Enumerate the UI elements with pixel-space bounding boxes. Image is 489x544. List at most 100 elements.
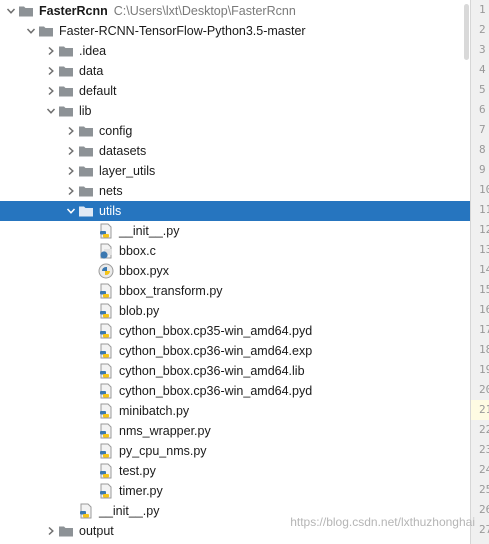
tree-row-label: .idea [79,44,107,58]
line-number: 4 [479,63,486,76]
tree-row-datasets[interactable]: datasets [0,141,470,161]
folder-icon [58,43,74,59]
chevron-right-icon[interactable] [44,521,58,541]
chevron-down-icon[interactable] [24,21,38,41]
chevron-right-icon[interactable] [44,41,58,61]
tree-row-label: nets [99,184,123,198]
tree-row-init-py[interactable]: __init__.py [0,221,470,241]
tree-row-label: timer.py [119,484,163,498]
tree-row-fasterrcnn[interactable]: FasterRcnn C:\Users\lxt\Desktop\FasterRcn… [0,1,470,21]
tree-row-label: layer_utils [99,164,156,178]
arrow-placeholder [84,381,98,401]
tree-row-label: blob.py [119,304,160,318]
tree-row-bbox-pyx[interactable]: bbox.pyx [0,261,470,281]
python-file-icon [78,503,94,519]
tree-row-faster-rcnn-tensorflow-python3-5-master[interactable]: Faster-RCNN-TensorFlow-Python3.5-master [0,21,470,41]
folder-icon [78,143,94,159]
tree-row-label: __init__.py [99,504,160,518]
pyx-file-icon [98,263,114,279]
line-number: 10 [479,183,489,196]
tree-row-default[interactable]: default [0,81,470,101]
arrow-placeholder [84,221,98,241]
tree-row-py-cpu-nms-py[interactable]: py_cpu_nms.py [0,441,470,461]
tree-row-config[interactable]: config [0,121,470,141]
folder-icon [18,3,34,19]
tree-row-bbox-transform-py[interactable]: bbox_transform.py [0,281,470,301]
python-file-icon [98,303,114,319]
tree-row-nms-wrapper-py[interactable]: nms_wrapper.py [0,421,470,441]
python-file-icon [98,323,114,339]
tree-row-cython-bbox-cp36-win-amd64-lib[interactable]: cython_bbox.cp36-win_amd64.lib [0,361,470,381]
arrow-placeholder [84,321,98,341]
chevron-down-icon[interactable] [4,1,18,21]
chevron-right-icon[interactable] [64,121,78,141]
tree-row-cython-bbox-cp36-win-amd64-pyd[interactable]: cython_bbox.cp36-win_amd64.pyd [0,381,470,401]
tree-row-label: Faster-RCNN-TensorFlow-Python3.5-master [59,24,306,38]
chevron-down-icon[interactable] [64,201,78,221]
arrow-placeholder [84,241,98,261]
tree-row-nets[interactable]: nets [0,181,470,201]
line-number: 5 [479,83,486,96]
tree-row-label: __init__.py [119,224,180,238]
tree-row-cython-bbox-cp36-win-amd64-exp[interactable]: cython_bbox.cp36-win_amd64.exp [0,341,470,361]
tree-row-label: FasterRcnn [39,4,108,18]
tree-row-bbox-c[interactable]: bbox.c [0,241,470,261]
python-file-icon [98,283,114,299]
chevron-right-icon[interactable] [64,161,78,181]
line-number: 18 [479,343,489,356]
folder-icon [78,123,94,139]
tree-row-label: lib [79,104,92,118]
tree-row-label: py_cpu_nms.py [119,444,207,458]
python-file-icon [98,463,114,479]
tree-row-lib[interactable]: lib [0,101,470,121]
folder-icon [78,163,94,179]
line-number: 24 [479,463,489,476]
tree-row-data[interactable]: data [0,61,470,81]
tree-row-label: bbox.pyx [119,264,170,278]
tree-row-cython-bbox-cp35-win-amd64-pyd[interactable]: cython_bbox.cp35-win_amd64.pyd [0,321,470,341]
folder-icon [38,23,54,39]
tree-row-test-py[interactable]: test.py [0,461,470,481]
folder-icon [78,203,94,219]
chevron-right-icon[interactable] [44,81,58,101]
line-number: 23 [479,443,489,456]
arrow-placeholder [84,261,98,281]
line-number: 17 [479,323,489,336]
chevron-right-icon[interactable] [44,61,58,81]
line-number: 14 [479,263,489,276]
line-number: 1 [479,3,486,16]
tree-row-label: cython_bbox.cp36-win_amd64.pyd [119,384,313,398]
folder-icon [58,63,74,79]
arrow-placeholder [84,441,98,461]
project-tree[interactable]: FasterRcnn C:\Users\lxt\Desktop\FasterRcn… [0,0,470,544]
folder-icon [78,183,94,199]
c-file-icon [98,243,114,259]
folder-icon [58,523,74,539]
arrow-placeholder [84,281,98,301]
tree-row-label: minibatch.py [119,404,190,418]
arrow-placeholder [84,401,98,421]
tree-row-label: test.py [119,464,156,478]
python-file-icon [98,403,114,419]
chevron-right-icon[interactable] [64,181,78,201]
python-file-icon [98,223,114,239]
python-file-icon [98,383,114,399]
chevron-right-icon[interactable] [64,141,78,161]
chevron-down-icon[interactable] [44,101,58,121]
tree-row-timer-py[interactable]: timer.py [0,481,470,501]
line-number: 7 [479,123,486,136]
tree-row-label: utils [99,204,122,218]
tree-scrollbar[interactable] [464,0,469,544]
tree-row-utils[interactable]: utils [0,201,470,221]
arrow-placeholder [84,481,98,501]
scrollbar-thumb[interactable] [464,4,469,60]
tree-row-blob-py[interactable]: blob.py [0,301,470,321]
python-file-icon [98,483,114,499]
tree-row-label: data [79,64,104,78]
line-number: 26 [479,503,489,516]
tree-row-layer-utils[interactable]: layer_utils [0,161,470,181]
tree-row-idea[interactable]: .idea [0,41,470,61]
line-number: 6 [479,103,486,116]
tree-row-minibatch-py[interactable]: minibatch.py [0,401,470,421]
tree-row-label: nms_wrapper.py [119,424,211,438]
